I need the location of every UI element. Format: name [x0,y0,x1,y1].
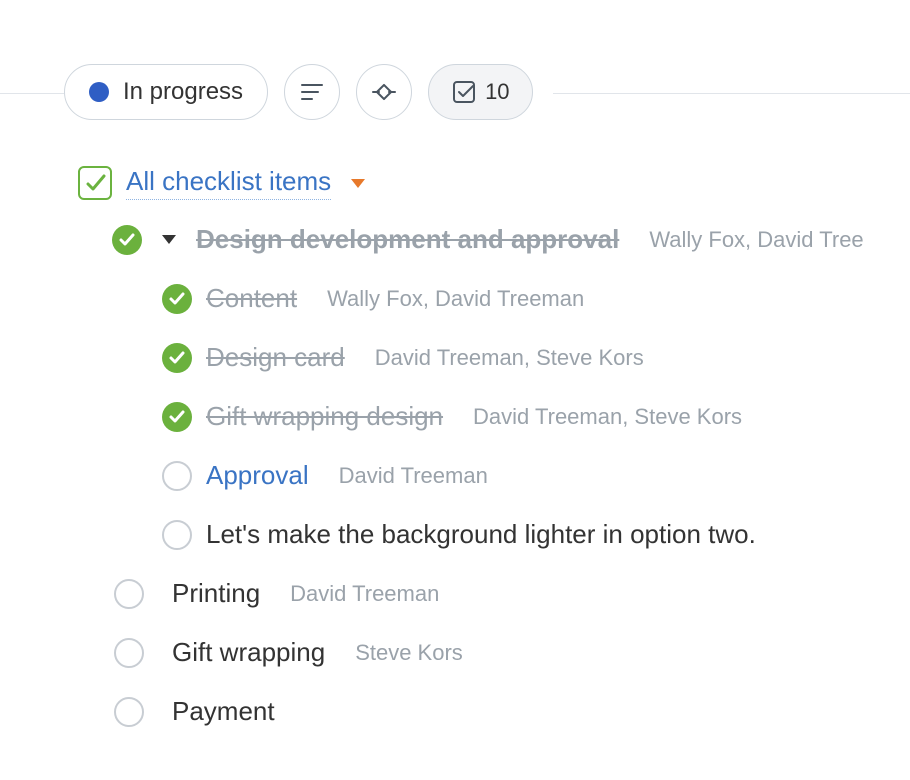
item-title[interactable]: Approval [206,460,309,491]
item-title: Design development and approval [196,224,619,255]
check-done-icon[interactable] [162,343,192,373]
checklist-item-row[interactable]: Content Wally Fox, David Treeman [162,283,910,314]
checklist-header: All checklist items [78,166,371,200]
checklist-item-row[interactable]: Printing David Treeman [114,578,910,609]
status-label: In progress [123,78,243,106]
item-title: Design card [206,342,345,373]
checklist-tab[interactable]: 10 [428,64,532,120]
checklist-icon [451,79,477,105]
item-assignees: David Treeman [290,581,439,607]
description-tab[interactable] [284,64,340,120]
item-assignees: Wally Fox, David Tree [649,227,863,253]
checklist-dropdown-icon[interactable] [351,179,365,188]
status-tab[interactable]: In progress [64,64,268,120]
toolbar: In progress 10 [64,64,553,120]
item-title: Payment [172,696,275,727]
check-done-icon[interactable] [162,402,192,432]
checklist-item-row[interactable]: Gift wrapping design David Treeman, Stev… [162,401,910,432]
group-toggle-icon[interactable] [162,235,176,244]
item-title: Let's make the background lighter in opt… [206,519,756,550]
checklist-count: 10 [485,79,509,105]
item-assignees: David Treeman, Steve Kors [473,404,742,430]
item-title: Gift wrapping design [206,401,443,432]
check-empty-icon[interactable] [162,461,192,491]
item-assignees: Steve Kors [355,640,463,666]
check-done-icon[interactable] [112,225,142,255]
description-icon [300,81,324,103]
checklist-item-row[interactable]: Gift wrapping Steve Kors [114,637,910,668]
check-empty-icon[interactable] [114,579,144,609]
checklist-title[interactable]: All checklist items [126,166,331,200]
checklist-group-row[interactable]: Design development and approval Wally Fo… [112,224,910,255]
check-done-icon[interactable] [162,284,192,314]
item-title: Printing [172,578,260,609]
checklist-item-row[interactable]: Payment [114,696,910,727]
check-empty-icon[interactable] [162,520,192,550]
checklist-header-icon [78,166,112,200]
item-assignees: David Treeman, Steve Kors [375,345,644,371]
checklist-item-row[interactable]: Design card David Treeman, Steve Kors [162,342,910,373]
item-title: Gift wrapping [172,637,325,668]
check-empty-icon[interactable] [114,638,144,668]
checklist-item-row[interactable]: Approval David Treeman [162,460,910,491]
item-title: Content [206,283,297,314]
checklist-tree: Design development and approval Wally Fo… [78,224,910,755]
check-empty-icon[interactable] [114,697,144,727]
timeline-tab[interactable] [356,64,412,120]
item-assignees: David Treeman [339,463,488,489]
status-dot-icon [89,82,109,102]
item-assignees: Wally Fox, David Treeman [327,286,584,312]
checklist-item-row[interactable]: Let's make the background lighter in opt… [162,519,910,550]
milestone-icon [371,81,397,103]
